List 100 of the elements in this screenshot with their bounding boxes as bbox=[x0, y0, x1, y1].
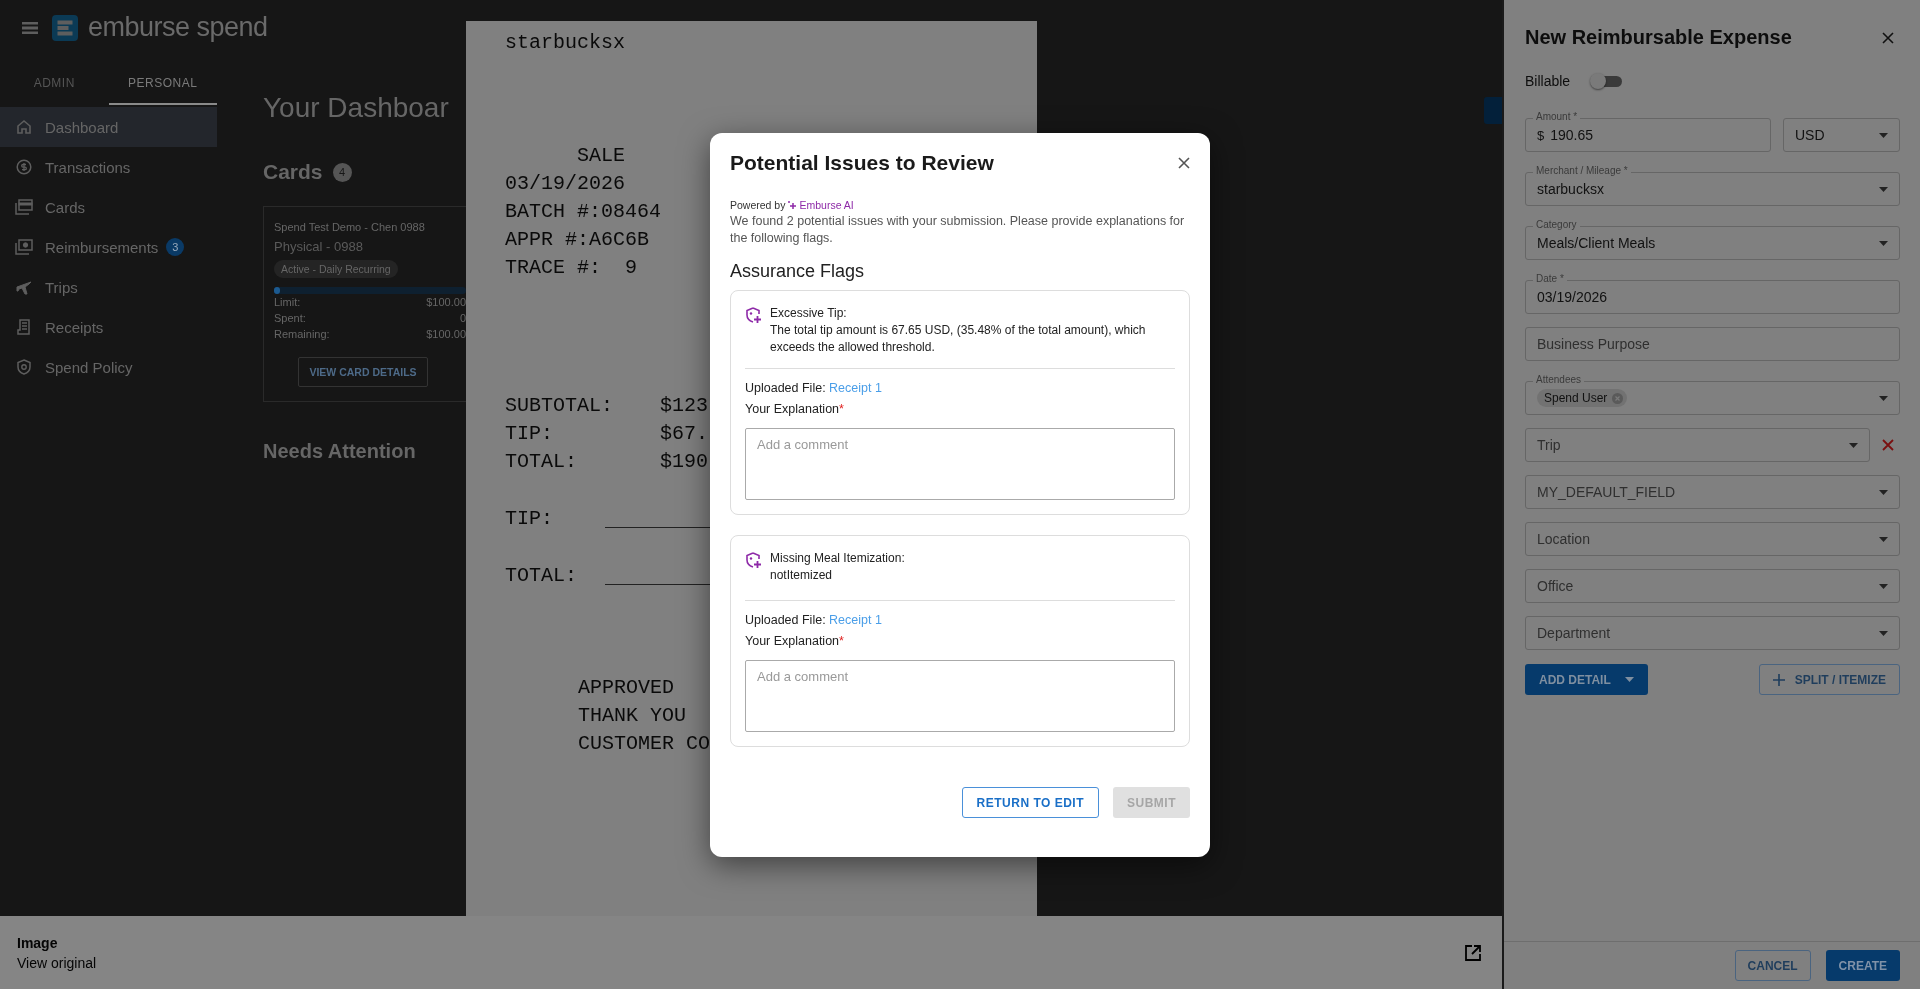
field-label: Amount * bbox=[1533, 111, 1581, 123]
section-title: Assurance Flags bbox=[730, 261, 866, 282]
view-card-details-button[interactable]: VIEW CARD DETAILS bbox=[298, 357, 428, 387]
field-value: 190.65 bbox=[1550, 127, 1594, 143]
logo-text: emburse spend bbox=[88, 12, 268, 43]
receipt-text: TOTAL: bbox=[505, 449, 578, 475]
required-mark: * bbox=[839, 634, 844, 648]
dropdown-field[interactable]: Category Meals/Client Meals bbox=[1525, 219, 1900, 260]
receipt-link[interactable]: Receipt 1 bbox=[829, 381, 882, 395]
footer-button[interactable]: CANCEL bbox=[1734, 950, 1811, 981]
receipt-text: SUBTOTAL: bbox=[505, 393, 615, 419]
receipt-text: 03/19/2026 bbox=[505, 171, 626, 197]
split-itemize-button[interactable]: SPLIT / ITEMIZE bbox=[1758, 664, 1900, 695]
footer-button[interactable]: CREATE bbox=[1825, 950, 1900, 981]
currency-dropdown[interactable]: USD bbox=[1783, 118, 1900, 152]
field-placeholder: Trip bbox=[1537, 437, 1561, 453]
dropdown-field[interactable]: Attendees Spend User bbox=[1525, 374, 1900, 415]
nav-label: Receipts bbox=[45, 318, 104, 336]
row-label: Spent: bbox=[274, 311, 306, 326]
panel-title: New Reimbursable Expense bbox=[1525, 26, 1792, 49]
attendee-chip[interactable]: Spend User bbox=[1537, 389, 1628, 407]
dropdown-field[interactable]: Office bbox=[1525, 569, 1900, 603]
flag-description: The total tip amount is 67.65 USD, (35.48% of the total amount), which exceeds the allowed threshold. bbox=[770, 322, 1147, 356]
required-mark: * bbox=[839, 402, 844, 416]
receipt-text: $67. bbox=[660, 421, 708, 447]
field-value: 03/19/2026 bbox=[1537, 289, 1608, 305]
nav-item[interactable]: Reimbursements 3 bbox=[0, 227, 217, 267]
receipt-text: $190 bbox=[660, 449, 708, 475]
file-label: Uploaded File: bbox=[745, 381, 826, 395]
billable-label: Billable bbox=[1525, 73, 1571, 89]
dropdown-field[interactable]: Trip bbox=[1525, 428, 1870, 462]
comment-field[interactable]: Add a comment bbox=[745, 660, 1175, 732]
receipt-text: THANK YOU bbox=[578, 703, 687, 729]
comment-field[interactable]: Add a comment bbox=[745, 428, 1175, 500]
dropdown-field[interactable]: MY_DEFAULT_FIELD bbox=[1525, 475, 1900, 509]
tab[interactable]: ADMIN bbox=[0, 63, 109, 105]
explanation-label: Your Explanation bbox=[745, 634, 840, 648]
field-value: starbucksx bbox=[1537, 181, 1604, 197]
count-badge: 3 bbox=[166, 238, 185, 256]
text-field[interactable]: Date * 03/19/2026 bbox=[1525, 273, 1900, 314]
nav-item[interactable]: Trips bbox=[0, 267, 217, 307]
field-placeholder: Location bbox=[1537, 531, 1590, 547]
dropdown-field[interactable]: Department bbox=[1525, 616, 1900, 650]
field-value: Meals/Client Meals bbox=[1537, 235, 1656, 251]
nav-item[interactable]: Dashboard bbox=[0, 107, 217, 147]
dialog-button[interactable]: RETURN TO EDIT bbox=[961, 787, 1099, 818]
text-field[interactable]: Business Purpose bbox=[1525, 327, 1900, 361]
nav-label: Reimbursements bbox=[45, 238, 159, 256]
receipt-text: TRACE #: 9 bbox=[505, 255, 638, 281]
explanation-label: Your Explanation bbox=[745, 402, 840, 416]
flag-description: notItemized bbox=[770, 567, 834, 584]
count-badge: 4 bbox=[332, 162, 352, 182]
add-detail-button[interactable]: ADD DETAIL bbox=[1525, 664, 1648, 695]
file-label: Uploaded File: bbox=[745, 613, 826, 627]
nav-item[interactable]: Receipts bbox=[0, 307, 217, 347]
dialog-description: We found 2 potential issues with your submission. Please provide explanations for the following flags. bbox=[730, 213, 1186, 247]
nav-item[interactable]: Transactions bbox=[0, 147, 217, 187]
card-type: Physical - 0988 bbox=[274, 239, 364, 254]
row-value: $100.00 bbox=[426, 327, 466, 342]
row-label: Limit: bbox=[274, 295, 301, 310]
receipt-text: SALE bbox=[577, 143, 625, 169]
nav-item[interactable]: Spend Policy bbox=[0, 347, 217, 387]
view-original-link[interactable]: View original bbox=[17, 954, 97, 971]
receipt-text: CUSTOMER CO bbox=[578, 731, 711, 757]
nav-label: Transactions bbox=[45, 158, 131, 176]
receipt-text: APPROVED bbox=[578, 675, 674, 701]
field-value: USD bbox=[1795, 127, 1825, 143]
ai-brand-text: Emburse AI bbox=[799, 199, 854, 211]
dialog-title: Potential Issues to Review bbox=[730, 151, 994, 175]
receipt-text: $123 bbox=[660, 393, 708, 419]
row-label: Remaining: bbox=[274, 327, 330, 342]
powered-by-text: Powered by bbox=[730, 199, 786, 211]
section-title: Needs Attention bbox=[263, 440, 417, 463]
field-label: Date * bbox=[1533, 273, 1567, 285]
receipt-text: starbucksx bbox=[505, 30, 626, 56]
currency-symbol: $ bbox=[1537, 127, 1545, 143]
nav-label: Trips bbox=[45, 278, 78, 296]
tab[interactable]: PERSONAL bbox=[108, 63, 217, 105]
nav-label: Dashboard bbox=[45, 118, 119, 136]
nav-label: Spend Policy bbox=[45, 358, 133, 376]
status-chip: Active - Daily Recurring bbox=[274, 260, 398, 278]
dropdown-field[interactable]: Location bbox=[1525, 522, 1900, 556]
receipt-link[interactable]: Receipt 1 bbox=[829, 613, 882, 627]
receipt-text: TIP: bbox=[505, 506, 554, 532]
section-title: Cards bbox=[263, 160, 323, 184]
amount-field[interactable]: Amount * $ 190.65 bbox=[1525, 111, 1771, 152]
receipt-text: TOTAL: bbox=[505, 563, 578, 589]
field-label: Category bbox=[1533, 219, 1580, 231]
field-placeholder: Department bbox=[1537, 625, 1611, 641]
dropdown-field[interactable]: Merchant / Mileage * starbucksx bbox=[1525, 165, 1900, 206]
nav-label: Cards bbox=[45, 198, 85, 216]
row-value: 0 bbox=[459, 311, 466, 326]
image-title: Image bbox=[17, 934, 59, 951]
field-label: Merchant / Mileage * bbox=[1533, 165, 1631, 177]
row-value: $100.00 bbox=[426, 295, 466, 310]
field-placeholder: MY_DEFAULT_FIELD bbox=[1537, 484, 1676, 500]
flag-title: Missing Meal Itemization: bbox=[770, 550, 905, 567]
page-title: Your Dashboar bbox=[263, 92, 450, 124]
nav-item[interactable]: Cards bbox=[0, 187, 217, 227]
flag-title: Excessive Tip: bbox=[770, 305, 848, 322]
